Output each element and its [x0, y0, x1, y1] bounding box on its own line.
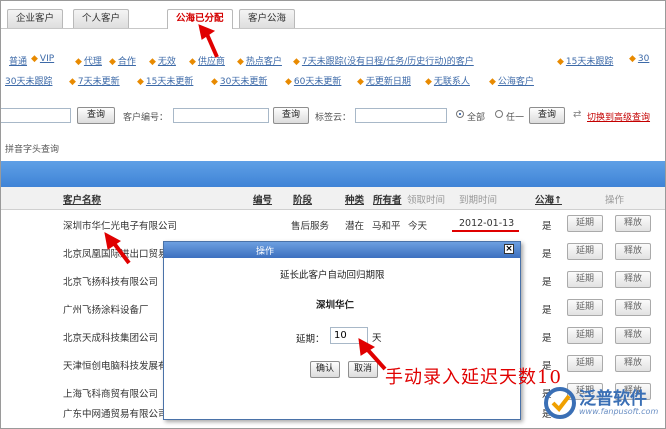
customer-no-input[interactable]	[173, 108, 269, 123]
filter-item[interactable]: ◆ 30天未更新	[211, 74, 267, 87]
confirm-button[interactable]: 确认	[310, 361, 340, 378]
customer-name-cell[interactable]: 广东中网通贸易有限公司	[63, 406, 168, 420]
customer-name-cell[interactable]: 北京飞扬科技有限公司	[63, 274, 158, 288]
filter-item[interactable]: ◆ 7天未跟踪(没有日程/任务/历史行动)的客户	[293, 54, 474, 67]
switch-icon: ⇄	[573, 109, 582, 120]
tag-cloud-label: 标签云：	[315, 113, 352, 123]
release-button[interactable]: 释放	[615, 327, 651, 344]
filter-item[interactable]: ◆ 供应商	[189, 54, 225, 67]
radio-any[interactable]	[495, 110, 503, 118]
filter-item[interactable]: ◆ 公海客户	[489, 74, 534, 87]
cancel-button[interactable]: 取消	[348, 361, 378, 378]
public-cell: 是	[542, 277, 552, 288]
extend-button[interactable]: 延期	[567, 355, 603, 372]
brand-name: 泛普软件	[579, 389, 647, 409]
radio-all-label: 全部	[467, 113, 486, 123]
customer-no-label: 客户编号：	[123, 113, 169, 123]
filter-item[interactable]: ◆ 无效	[149, 54, 176, 67]
public-cell: 是	[542, 249, 552, 260]
annotation-text: 手动录入延迟天数10	[385, 367, 562, 388]
filter-item[interactable]: ◆ 30	[629, 54, 649, 64]
filter-item[interactable]: ◆ 无更新日期	[357, 74, 411, 87]
customer-name-cell[interactable]: 广州飞扬涂料设备厂	[63, 302, 149, 316]
query-button[interactable]: 查询	[273, 107, 309, 124]
table-row: 深圳市华仁光电子有限公司 售后服务 潜在 马和平 今天 2012-01-13 是…	[1, 210, 665, 239]
query-button[interactable]: 查询	[529, 107, 565, 124]
radio-any-label: 任一	[506, 113, 525, 123]
logo-icon	[544, 387, 576, 419]
dialog-title: 操作	[256, 247, 275, 257]
col-stage[interactable]: 阶段	[293, 192, 312, 206]
public-cell: 是	[542, 333, 552, 344]
filter-item[interactable]: 普通	[9, 54, 27, 67]
table-header: 客户名称 编号 阶段 种类 所有者 领取时间 到期时间 公海↑ 操作	[1, 187, 665, 210]
extend-button[interactable]: 延期	[567, 299, 603, 316]
extend-days-unit: 天	[372, 333, 382, 344]
tab-personal-customers[interactable]: 个人客户	[73, 9, 130, 28]
filter-item[interactable]: ◆ 7天未更新	[69, 74, 120, 87]
public-cell: 是	[542, 221, 552, 232]
col-public[interactable]: 公海↑	[535, 192, 562, 206]
customer-name-cell[interactable]: 北京凤凰国际进出口贸易	[63, 246, 168, 260]
type-cell: 潜在	[345, 221, 365, 232]
search-row: 查询 客户编号： 查询 标签云： 全部 任一 查询 ⇄ 切换到高级查询	[1, 106, 665, 128]
release-button[interactable]: 释放	[615, 271, 651, 288]
blue-header-bar	[1, 161, 665, 187]
col-type[interactable]: 种类	[345, 192, 364, 206]
filter-item[interactable]: ◆ 15天未更新	[137, 74, 193, 87]
release-button[interactable]: 释放	[615, 215, 651, 232]
query-button[interactable]: 查询	[77, 107, 115, 124]
col-customer-name[interactable]: 客户名称	[63, 192, 101, 206]
filter-item[interactable]: ◆ 无联系人	[425, 74, 470, 87]
stage-cell: 售后服务	[291, 221, 330, 232]
col-actions: 操作	[605, 195, 625, 206]
col-due-time: 到期时间	[459, 195, 498, 206]
due-time-cell: 2012-01-13	[459, 218, 515, 229]
release-button[interactable]: 释放	[615, 299, 651, 316]
extend-days-input[interactable]	[330, 327, 368, 344]
pinyin-search-label[interactable]: 拼音字头查询	[5, 142, 59, 155]
customer-name-cell[interactable]: 北京天成科技集团公司	[63, 330, 158, 344]
tab-enterprise-customers[interactable]: 企业客户	[7, 9, 64, 28]
dialog-message: 延长此客户自动回归期限	[280, 270, 385, 281]
radio-all[interactable]	[456, 110, 464, 118]
filter-item[interactable]: 30天未跟踪	[5, 74, 52, 87]
advanced-search-link[interactable]: 切换到高级查询	[587, 110, 650, 123]
col-code[interactable]: 编号	[253, 192, 272, 206]
customer-name-cell[interactable]: 上海飞科商贸有限公司	[63, 386, 158, 400]
extend-button[interactable]: 延期	[567, 215, 603, 232]
brand-logo: 泛普软件 www.fanpusoft.com	[541, 384, 661, 424]
extend-button[interactable]: 延期	[567, 271, 603, 288]
filter-item[interactable]: ◆ 合作	[109, 54, 136, 67]
tab-public-assigned[interactable]: 公海已分配	[167, 9, 233, 29]
customer-name-cell[interactable]: 深圳市华仁光电子有限公司	[63, 218, 177, 232]
customer-name-input[interactable]	[1, 108, 71, 123]
col-claim-time: 领取时间	[407, 195, 446, 206]
extend-button[interactable]: 延期	[567, 327, 603, 344]
filter-item[interactable]: ◆ 代理	[75, 54, 102, 67]
extend-dialog: 操作 × 延长此客户自动回归期限 深圳华仁 延期： 天 确认 取消	[163, 241, 521, 420]
filter-item[interactable]: ◆ 60天未更新	[285, 74, 341, 87]
dialog-customer-name: 深圳华仁	[316, 300, 355, 311]
dialog-title-bar: 操作 ×	[164, 242, 520, 258]
owner-cell: 马和平	[372, 221, 401, 232]
extend-button[interactable]: 延期	[567, 243, 603, 260]
brand-url: www.fanpusoft.com	[579, 407, 659, 416]
filter-item[interactable]: ◆ 15天未跟踪	[557, 54, 613, 67]
filter-item[interactable]: ◆ 热点客户	[237, 54, 282, 67]
claim-time-cell: 今天	[408, 221, 428, 232]
col-owner[interactable]: 所有者	[373, 192, 402, 206]
extend-days-label: 延期：	[296, 334, 325, 345]
tag-cloud-input[interactable]	[355, 108, 447, 123]
tab-customer-public-pool[interactable]: 客户公海	[239, 9, 296, 28]
public-cell: 是	[542, 305, 552, 316]
release-button[interactable]: 释放	[615, 355, 651, 372]
close-icon[interactable]: ×	[504, 244, 514, 254]
app-frame: 企业客户 个人客户 公海已分配 客户公海 普通 ◆ VIP ◆ 代理 ◆ 合作 ◆ 无效…	[0, 0, 666, 429]
tab-bar: 企业客户 个人客户 公海已分配 客户公海	[1, 1, 665, 29]
release-button[interactable]: 释放	[615, 243, 651, 260]
filter-item[interactable]: ◆ VIP	[31, 54, 54, 64]
